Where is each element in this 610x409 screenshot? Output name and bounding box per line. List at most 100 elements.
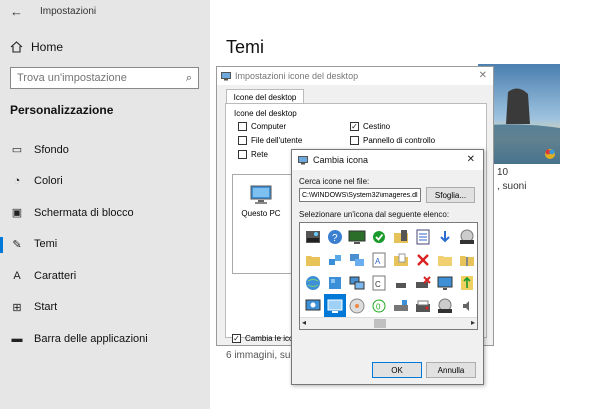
icon-cell[interactable]: C [368,271,390,294]
icon-cell[interactable] [434,271,456,294]
icon-cell[interactable] [412,271,434,294]
checkbox-rete[interactable]: Rete [238,150,268,159]
folder-open-icon [438,255,452,266]
dvd-drive-icon [306,230,320,243]
icon-cell[interactable]: A [368,248,390,271]
horizontal-scrollbar[interactable]: ◂ ▸ [300,317,477,329]
icon-cell[interactable] [456,225,477,248]
icon-cell[interactable] [346,271,368,294]
scrollbar-thumb[interactable] [374,319,386,328]
icon-cell[interactable] [390,225,412,248]
checkbox-pannello-di-controllo[interactable]: Pannello di controllo [350,136,435,145]
folder-icon [306,255,320,266]
blue-cubes-icon [329,276,341,289]
sidebar-item-label: Temi [34,238,58,251]
icon-cell[interactable] [434,225,456,248]
icon-list[interactable]: ? A C 0 ◂ ▸ [299,222,478,330]
computers-icon [349,276,365,289]
icon-cell[interactable] [434,294,456,317]
monitor-user-icon [305,299,321,310]
icon-cell[interactable] [412,225,434,248]
sidebar-item-sfondo[interactable]: ▭ Sfondo [0,134,210,166]
scroll-left-icon[interactable]: ◂ [302,318,306,327]
monitor-network-icon [437,276,453,290]
sidebar-item-temi[interactable]: ✎ Temi [0,229,210,261]
icon-cell[interactable] [346,225,368,248]
checkbox-file-utente[interactable]: File dell'utente [238,136,302,145]
icon-cell[interactable] [434,248,456,271]
this-pc-label: Questo PC [241,209,281,218]
close-icon[interactable]: ✕ [467,154,475,165]
sidebar-item-label: Sfondo [34,143,69,156]
search-input[interactable] [17,72,167,84]
browse-button[interactable]: Sfoglia... [426,187,475,203]
ok-button[interactable]: OK [372,362,422,378]
file-path-input[interactable] [299,188,421,202]
settings-sidebar: ← Impostazioni Home ⌕ Personalizzazione … [0,0,210,409]
icon-cell[interactable] [324,294,346,317]
green-check-icon [373,230,385,243]
icon-cell[interactable] [412,248,434,271]
icon-cell[interactable] [456,271,477,294]
icon-cell[interactable] [346,294,368,317]
icon-cell[interactable] [302,225,324,248]
icon-cell[interactable] [390,271,412,294]
certificate-icon: 0 [372,299,386,312]
checkbox-box[interactable] [238,122,247,131]
disc-icon [349,298,365,313]
sidebar-item-schermata-di-blocco[interactable]: ▣ Schermata di blocco [0,197,210,229]
icon-cell[interactable] [456,294,477,317]
checkbox-label: Cestino [363,122,391,131]
dvd-rw-icon [460,229,474,244]
desktop-settings-icon [221,71,231,80]
icon-cell[interactable] [324,271,346,294]
cancel-button[interactable]: Annulla [426,362,476,378]
downloads-folder-icon [440,230,450,242]
icon-cell[interactable] [302,294,324,317]
checkbox-computer[interactable]: Computer [238,122,286,131]
checkbox-box-checked[interactable]: ✓ [232,334,241,343]
sidebar-item-label: Start [34,301,58,314]
this-pc-icon[interactable] [250,185,272,208]
nav-home[interactable]: Home [10,40,63,54]
icon-cell[interactable] [368,225,390,248]
icon-cell[interactable]: 0 [368,294,390,317]
green-arrows-icon [461,275,473,290]
checkbox-label: Computer [251,122,287,131]
checkbox-box-checked[interactable]: ✓ [350,122,359,131]
icon-cell[interactable] [390,248,412,271]
icon-cell[interactable] [390,294,412,317]
app-title: Impostazioni [40,6,97,17]
icon-cell[interactable] [324,248,346,271]
checkbox-cestino[interactable]: ✓ Cestino [350,122,390,131]
monitor-icon: ▣ [11,207,23,220]
icon-cell[interactable] [302,248,324,271]
dialog-titlebar[interactable]: Cambia icona [292,150,483,170]
dialog-titlebar[interactable]: Impostazioni icone del desktop [217,67,493,85]
checkbox-box[interactable] [238,136,247,145]
tab-desktop-icons[interactable]: Icone del desktop [226,89,304,104]
search-box[interactable]: ⌕ [10,67,199,89]
close-icon[interactable]: ✕ [479,70,487,81]
sidebar-item-barra-delle-applicazioni[interactable]: ▬ Barra delle applicazioni [0,323,210,355]
nav-list: ▭ Sfondo ◔ Colori ▣ Schermata di blocco … [0,134,210,355]
checkbox-box[interactable] [238,150,247,159]
checkbox-label: File dell'utente [251,136,303,145]
icon-cell[interactable] [346,248,368,271]
icon-cell[interactable] [456,248,477,271]
checkbox-box[interactable] [350,136,359,145]
sidebar-item-caratteri[interactable]: A Caratteri [0,260,210,292]
back-arrow-icon[interactable]: ← [10,4,23,19]
dialog-title: Impostazioni icone del desktop [235,71,359,81]
zip-folder-icon [460,255,474,266]
scroll-right-icon[interactable]: ▸ [471,318,475,327]
section-title: Personalizzazione [10,103,114,117]
sidebar-item-start[interactable]: ⊞ Start [0,292,210,324]
icon-cell[interactable]: ? [324,225,346,248]
sidebar-item-label: Colori [34,175,63,188]
icon-cell[interactable] [302,271,324,294]
theme-label-fragment: 10 [497,167,509,178]
search-icon[interactable]: ⌕ [186,72,192,85]
sidebar-item-colori[interactable]: ◔ Colori [0,166,210,198]
icon-cell[interactable] [412,294,434,317]
